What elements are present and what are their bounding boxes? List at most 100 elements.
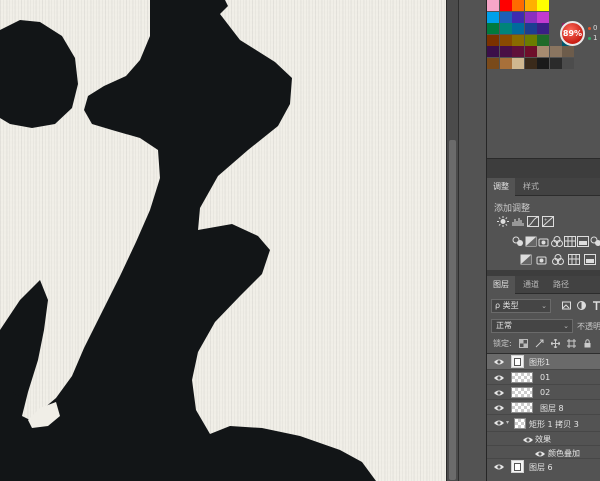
down-dot-icon <box>588 36 591 40</box>
exposure-icon[interactable]: + <box>542 216 554 227</box>
gradient-map-icon[interactable] <box>568 254 580 265</box>
color-swatch[interactable] <box>512 0 524 11</box>
tab-channels[interactable]: 通道 <box>517 276 545 294</box>
layer-name: 图形1 <box>529 358 551 367</box>
document-canvas[interactable] <box>0 0 446 481</box>
color-swatch[interactable] <box>537 23 549 34</box>
layer-list: 图形1 01 02 图层 8 ▾ 矩形 1 拷贝 3 效果 颜色叠加图层 6 <box>487 353 600 481</box>
tab-styles[interactable]: 样式 <box>517 178 545 196</box>
scrollbar-thumb[interactable] <box>449 140 456 480</box>
layer-filter-row: ρ 类型 ⌄ <box>487 296 600 316</box>
tab-paths[interactable]: 路径 <box>547 276 575 294</box>
color-swatch[interactable] <box>487 46 499 57</box>
blend-row: 正常 ⌄ 不透明 <box>487 317 600 335</box>
posterize-icon[interactable] <box>536 254 548 265</box>
color-swatch[interactable] <box>512 23 524 34</box>
color-swatch[interactable] <box>537 46 549 57</box>
photo-filter-icon[interactable] <box>564 236 576 247</box>
layer-row[interactable]: 效果 <box>487 432 600 446</box>
badge-stat-down: 1 <box>588 34 597 42</box>
color-swatch[interactable] <box>562 57 574 69</box>
layer-name: 矩形 1 拷贝 3 <box>529 420 579 429</box>
tab-adjustments[interactable]: 调整 <box>487 178 515 196</box>
lock-transparency-icon[interactable] <box>519 339 528 348</box>
color-swatch[interactable] <box>487 57 499 69</box>
color-swatch[interactable] <box>537 57 549 69</box>
lock-position-icon[interactable] <box>551 339 560 348</box>
visibility-eye-icon[interactable] <box>494 463 504 471</box>
color-swatch[interactable] <box>499 0 512 11</box>
visibility-eye-icon[interactable] <box>523 436 533 444</box>
color-swatch[interactable] <box>537 0 549 11</box>
chevron-down-icon[interactable]: ▾ <box>506 419 509 426</box>
lock-pixels-icon[interactable] <box>535 339 544 348</box>
color-swatch[interactable] <box>524 34 537 46</box>
color-swatch[interactable] <box>499 11 512 23</box>
type-filter-icon[interactable] <box>591 300 600 311</box>
color-swatch[interactable] <box>524 0 537 11</box>
color-swatch[interactable] <box>537 34 549 46</box>
visibility-eye-icon[interactable] <box>494 419 504 427</box>
color-swatch[interactable] <box>499 57 512 69</box>
layer-name: 图层 6 <box>529 463 553 472</box>
canvas-scrollbar[interactable] <box>446 0 458 481</box>
color-swatch[interactable] <box>524 23 537 34</box>
color-swatch[interactable] <box>524 57 537 69</box>
visibility-eye-icon[interactable] <box>494 404 504 412</box>
lock-all-icon[interactable] <box>583 339 592 348</box>
layer-row[interactable]: 图层 6 <box>487 459 600 481</box>
visibility-eye-icon[interactable] <box>535 450 545 458</box>
curves-icon[interactable] <box>527 216 539 227</box>
color-swatch[interactable] <box>537 11 549 23</box>
layer-row[interactable]: 02 <box>487 385 600 400</box>
color-swatch[interactable] <box>524 11 537 23</box>
layer-row[interactable]: 图层 8 <box>487 400 600 415</box>
tab-layers[interactable]: 图层 <box>487 276 515 294</box>
adjustment-filter-icon[interactable] <box>576 300 587 311</box>
color-swatch[interactable] <box>499 34 512 46</box>
hue-saturation-icon[interactable] <box>525 236 537 247</box>
layer-filter-select[interactable]: ρ 类型 ⌄ <box>491 299 551 313</box>
color-swatch[interactable] <box>512 11 524 23</box>
image-filter-icon[interactable] <box>561 300 572 311</box>
blend-mode-select[interactable]: 正常 ⌄ <box>491 319 573 333</box>
lock-artboard-icon[interactable] <box>567 339 576 348</box>
color-swatch[interactable] <box>549 46 562 57</box>
color-swatch[interactable] <box>487 0 499 11</box>
color-swatch[interactable] <box>499 23 512 34</box>
visibility-eye-icon[interactable] <box>494 358 504 366</box>
color-lookup-icon[interactable] <box>590 236 600 247</box>
selective-color-icon[interactable] <box>584 254 596 265</box>
svg-text:+: + <box>544 217 547 222</box>
color-swatch[interactable] <box>512 46 524 57</box>
color-swatch[interactable] <box>499 46 512 57</box>
threshold-icon[interactable] <box>552 254 564 265</box>
panel-empty-area <box>487 72 600 160</box>
black-white-icon[interactable] <box>551 236 563 247</box>
layer-filter-value: ρ 类型 <box>495 301 519 310</box>
invert-icon[interactable] <box>520 254 532 265</box>
color-swatch[interactable] <box>562 46 574 57</box>
color-swatch[interactable] <box>487 34 499 46</box>
levels-icon[interactable] <box>512 216 524 227</box>
brightness-contrast-icon[interactable] <box>497 216 509 227</box>
color-swatch[interactable] <box>524 46 537 57</box>
layer-row[interactable]: 图形1 <box>487 354 600 370</box>
color-swatch[interactable] <box>487 11 499 23</box>
color-swatch[interactable] <box>487 23 499 34</box>
chevron-down-icon: ⌄ <box>563 322 569 330</box>
color-swatch[interactable] <box>549 57 562 69</box>
color-swatch[interactable] <box>512 57 524 69</box>
smart-object-thumbnail <box>511 355 524 368</box>
chevron-down-icon: ⌄ <box>541 302 547 310</box>
layer-row[interactable]: 01 <box>487 370 600 385</box>
visibility-eye-icon[interactable] <box>494 389 504 397</box>
layer-row[interactable]: 颜色叠加 <box>487 446 600 459</box>
visibility-eye-icon[interactable] <box>494 374 504 382</box>
vibrance-icon[interactable] <box>512 236 524 247</box>
color-balance-icon[interactable] <box>538 236 550 247</box>
layer-row[interactable]: ▾ 矩形 1 拷贝 3 <box>487 415 600 432</box>
color-swatch[interactable] <box>512 34 524 46</box>
channel-mixer-icon[interactable] <box>577 236 589 247</box>
layer-thumbnail <box>511 402 533 413</box>
